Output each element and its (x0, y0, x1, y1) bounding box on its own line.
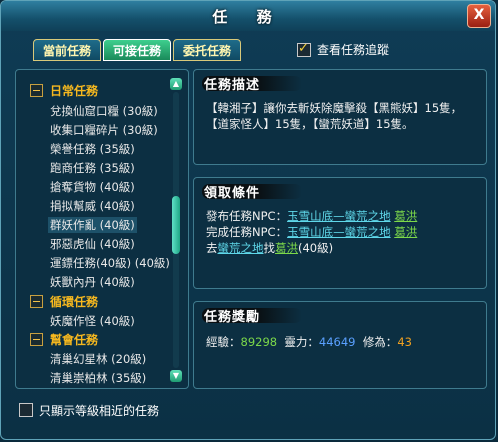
tab-available-tasks[interactable]: 可接任務 (103, 39, 171, 61)
description-title: 任務描述 (204, 78, 261, 93)
tracking-checkbox[interactable]: ✓ (297, 41, 311, 57)
list-item[interactable]: 跑商任務 (35級) (50, 160, 135, 176)
receive-conditions-panel: 領取條件 發布任務NPC：玉雪山底—蠻荒之地 葛洪 完成任務NPC：玉雪山底—蠻… (193, 177, 487, 289)
list-item[interactable]: 運鏢任務(40級) (40級) (50, 255, 170, 271)
go-to-row: 去蠻荒之地找葛洪(40級) (206, 240, 333, 256)
list-item[interactable]: 清巢崇柏林 (35級) (50, 370, 146, 386)
description-line-2: 【道家怪人】15隻，【蠻荒妖道】15隻。 (206, 117, 414, 131)
complete-npc-link[interactable]: 葛洪 (394, 225, 417, 239)
tracking-label: 查看任務追蹤 (317, 43, 390, 57)
complete-npc-label: 完成任務NPC： (206, 225, 288, 239)
tab-current-tasks[interactable]: 當前任務 (33, 39, 101, 61)
go-prefix: 去 (206, 241, 218, 255)
category-label: 循環任務 (50, 295, 99, 309)
list-item[interactable]: 榮譽任務 (35級) (50, 141, 135, 157)
publisher-place-link[interactable]: 玉雪山底—蠻荒之地 (287, 209, 391, 223)
collapse-icon[interactable] (30, 295, 43, 308)
scroll-down-arrow-icon[interactable]: ▼ (170, 370, 182, 382)
level-filter-checkbox[interactable] (19, 403, 33, 417)
publisher-npc-link[interactable]: 葛洪 (394, 209, 417, 223)
complete-place-link[interactable]: 玉雪山底—蠻荒之地 (287, 225, 391, 239)
receive-title: 領取條件 (204, 186, 261, 201)
list-item[interactable]: 搶奪貨物 (40級) (50, 179, 135, 195)
description-line-1: 【韓湘子】讓你去斬妖除魔擊殺【黑熊妖】15隻， (206, 101, 463, 115)
exp-label: 經驗： (206, 335, 241, 349)
go-find: 找 (263, 241, 276, 255)
tab-commissioned-tasks[interactable]: 委托任務 (173, 39, 241, 61)
task-window: 任 務 X 當前任務 可接任務 委托任務 ✓ 查看任務追蹤 日常任務 兌換仙窟口… (0, 0, 496, 440)
go-npc-link[interactable]: 葛洪 (275, 241, 298, 255)
task-description-panel: 任務描述 【韓湘子】讓你去斬妖除魔擊殺【黑熊妖】15隻， 【道家怪人】15隻，【… (193, 69, 487, 165)
window-title: 任 務 (212, 8, 284, 26)
close-button[interactable]: X (467, 4, 491, 28)
publisher-npc-row: 發布任務NPC：玉雪山底—蠻荒之地 葛洪 (206, 208, 417, 224)
collapse-icon[interactable] (30, 333, 43, 346)
category-label: 日常任務 (50, 84, 99, 98)
reward-row: 經驗：89298 靈力：44649 修為：43 (206, 334, 412, 350)
list-item[interactable]: 捐拟幫威 (40級) (50, 198, 135, 214)
go-level: (40級) (298, 241, 334, 255)
spirit-label: 靈力： (284, 335, 319, 349)
scrollbar-thumb[interactable] (172, 196, 180, 254)
list-item[interactable]: 兌換仙窟口糧 (30級) (50, 103, 158, 119)
publisher-npc-label: 發布任務NPC： (206, 209, 288, 223)
task-reward-panel: 任務獎勵 經驗：89298 靈力：44649 修為：43 (193, 301, 487, 389)
cultivation-label: 修為： (362, 335, 398, 349)
list-item[interactable]: 妖獸內丹 (40級) (50, 274, 135, 290)
checkmark-icon: ✓ (298, 41, 309, 56)
list-item-selected[interactable]: 群妖作亂 (40級) (48, 217, 137, 233)
level-filter-label: 只顯示等級相近的任務 (39, 404, 160, 418)
exp-value: 89298 (240, 335, 278, 349)
title-bar[interactable]: 任 務 X (1, 1, 495, 31)
list-item[interactable]: 妖魔作怪 (40級) (50, 313, 135, 329)
go-place-link[interactable]: 蠻荒之地 (218, 241, 264, 255)
spirit-value: 44649 (318, 335, 356, 349)
cultivation-value: 43 (397, 335, 412, 349)
list-item[interactable]: 收集口糧碎片 (30級) (50, 122, 158, 138)
task-list-scrollbar[interactable]: ▲ ▼ (170, 78, 182, 382)
reward-title: 任務獎勵 (204, 310, 261, 325)
category-label: 幫會任務 (50, 333, 99, 347)
complete-npc-row: 完成任務NPC：玉雪山底—蠻荒之地 葛洪 (206, 224, 417, 240)
collapse-icon[interactable] (30, 84, 43, 97)
list-item[interactable]: 清巢幻星林 (20級) (50, 351, 146, 367)
task-list-panel: 日常任務 兌換仙窟口糧 (30級) 收集口糧碎片 (30級) 榮譽任務 (35級… (15, 69, 189, 389)
list-item[interactable]: 邪惡虎仙 (40級) (50, 236, 135, 252)
scroll-up-arrow-icon[interactable]: ▲ (170, 78, 182, 90)
